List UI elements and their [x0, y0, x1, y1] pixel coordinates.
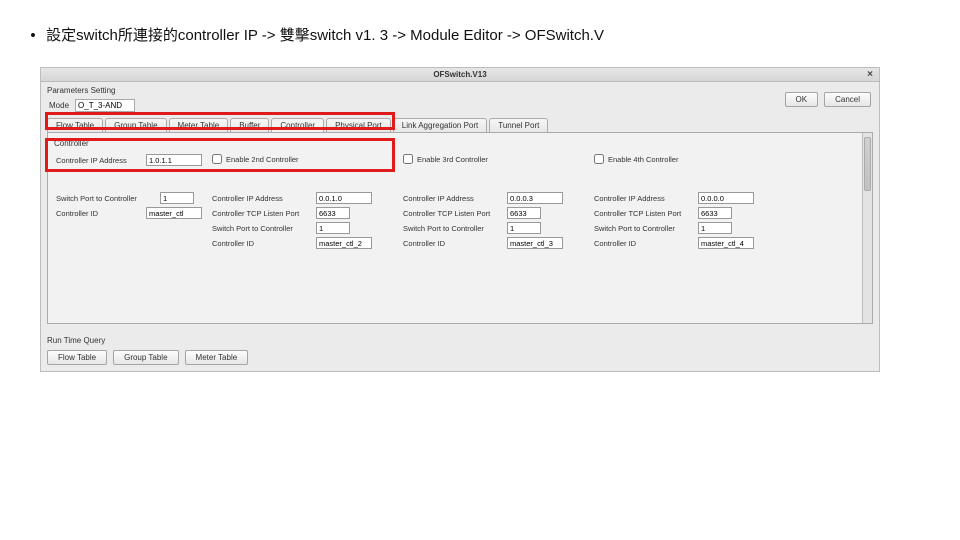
- c1-ip-input[interactable]: [146, 154, 202, 166]
- tab-flow-table[interactable]: Flow Table: [47, 118, 103, 132]
- c4-swp-input[interactable]: [698, 222, 732, 234]
- c1-swp-input[interactable]: [160, 192, 194, 204]
- instruction-bullet: • 設定switch所連接的controller IP -> 雙擊switch …: [24, 24, 942, 45]
- tab-group-table[interactable]: Group Table: [105, 118, 166, 132]
- c4-cid-label: Controller ID: [594, 239, 694, 248]
- runtime-section: Run Time Query Flow Table Group Table Me…: [41, 328, 879, 371]
- controller-2-column: Enable 2nd Controller Controller IP Addr…: [210, 152, 395, 251]
- c2-ip-input[interactable]: [316, 192, 372, 204]
- c3-cid-input[interactable]: [507, 237, 563, 249]
- titlebar: OFSwitch.V13 ×: [41, 68, 879, 82]
- ok-button[interactable]: OK: [785, 92, 819, 107]
- c2-tcp-input[interactable]: [316, 207, 350, 219]
- c3-ip-label: Controller IP Address: [403, 194, 503, 203]
- runtime-label: Run Time Query: [47, 332, 873, 347]
- c1-cid-label: Controller ID: [56, 209, 142, 218]
- runtime-group-table-button[interactable]: Group Table: [113, 350, 178, 365]
- runtime-meter-table-button[interactable]: Meter Table: [185, 350, 249, 365]
- tab-tunnel-port[interactable]: Tunnel Port: [489, 118, 548, 132]
- controller-pane: Controller Controller IP Address Switch …: [47, 132, 873, 324]
- tab-meter-table[interactable]: Meter Table: [169, 118, 229, 132]
- c1-ip-label: Controller IP Address: [56, 156, 142, 165]
- c2-cid-input[interactable]: [316, 237, 372, 249]
- c3-tcp-input[interactable]: [507, 207, 541, 219]
- controller-3-column: Enable 3rd Controller Controller IP Addr…: [401, 152, 586, 251]
- controller-section-label: Controller: [54, 137, 866, 152]
- c3-swp-input[interactable]: [507, 222, 541, 234]
- c2-ip-label: Controller IP Address: [212, 194, 312, 203]
- c2-enable-label: Enable 2nd Controller: [226, 155, 299, 164]
- tab-buffer[interactable]: Buffer: [230, 118, 269, 132]
- parameters-label: Parameters Setting: [41, 82, 879, 97]
- mode-label: Mode: [49, 101, 69, 110]
- tab-row: Flow Table Group Table Meter Table Buffe…: [41, 118, 879, 132]
- mode-input[interactable]: [75, 99, 135, 112]
- c2-swp-input[interactable]: [316, 222, 350, 234]
- tab-controller[interactable]: Controller: [271, 118, 324, 132]
- c2-swp-label: Switch Port to Controller: [212, 224, 312, 233]
- instruction-text: 設定switch所連接的controller IP -> 雙擊switch v1…: [46, 27, 604, 44]
- c3-tcp-label: Controller TCP Listen Port: [403, 209, 503, 218]
- c4-tcp-label: Controller TCP Listen Port: [594, 209, 694, 218]
- c4-cid-input[interactable]: [698, 237, 754, 249]
- c4-enable-checkbox[interactable]: [594, 154, 604, 164]
- c2-tcp-label: Controller TCP Listen Port: [212, 209, 312, 218]
- c4-tcp-input[interactable]: [698, 207, 732, 219]
- mode-row: Mode: [41, 97, 879, 118]
- tab-physical-port[interactable]: Physical Port: [326, 118, 391, 132]
- pane-scrollbar[interactable]: [862, 133, 872, 323]
- window-title: OFSwitch.V13: [433, 70, 486, 79]
- c3-cid-label: Controller ID: [403, 239, 503, 248]
- c3-enable-checkbox[interactable]: [403, 154, 413, 164]
- c4-ip-input[interactable]: [698, 192, 754, 204]
- c3-swp-label: Switch Port to Controller: [403, 224, 503, 233]
- c4-swp-label: Switch Port to Controller: [594, 224, 694, 233]
- c4-ip-label: Controller IP Address: [594, 194, 694, 203]
- c1-swp-label: Switch Port to Controller: [56, 194, 156, 203]
- c1-cid-input[interactable]: [146, 207, 202, 219]
- bullet-dot: •: [24, 27, 42, 44]
- controller-4-column: Enable 4th Controller Controller IP Addr…: [592, 152, 777, 251]
- c2-cid-label: Controller ID: [212, 239, 312, 248]
- c4-enable-label: Enable 4th Controller: [608, 155, 678, 164]
- c3-ip-input[interactable]: [507, 192, 563, 204]
- c3-enable-label: Enable 3rd Controller: [417, 155, 488, 164]
- dialog-window: OFSwitch.V13 × Parameters Setting Mode O…: [40, 67, 880, 372]
- controller-1-column: Controller IP Address Switch Port to Con…: [54, 152, 204, 221]
- cancel-button[interactable]: Cancel: [824, 92, 871, 107]
- runtime-flow-table-button[interactable]: Flow Table: [47, 350, 107, 365]
- tab-link-aggregation[interactable]: Link Aggregation Port: [393, 118, 488, 132]
- c2-enable-checkbox[interactable]: [212, 154, 222, 164]
- close-icon[interactable]: ×: [867, 69, 873, 80]
